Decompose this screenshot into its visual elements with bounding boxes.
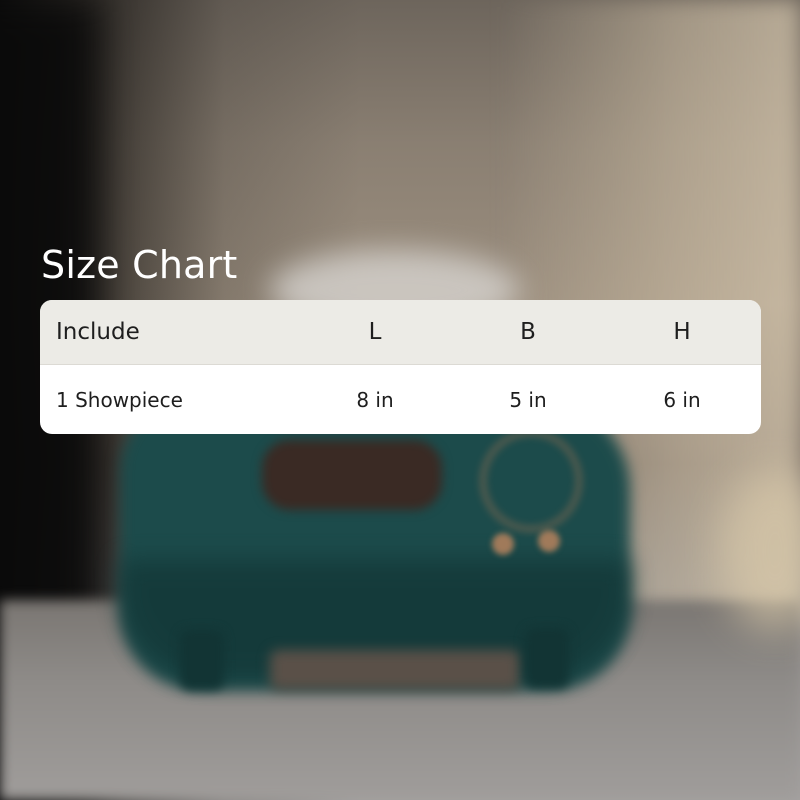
size-chart-table: Include L B H 1 Showpiece 8 in 5 in 6 in: [40, 300, 761, 434]
product-base: [270, 650, 520, 690]
table-row: 1 Showpiece 8 in 5 in 6 in: [56, 387, 701, 412]
product-foot: [525, 628, 569, 688]
size-chart-title: Size Chart: [41, 243, 238, 287]
product-foot: [180, 630, 224, 690]
table-header-row: Include L B H: [40, 300, 761, 365]
product-knob: [492, 533, 514, 555]
product-speaker-grille: [262, 440, 442, 510]
product-dial: [480, 430, 582, 532]
cell-item: 1 Showpiece: [56, 387, 183, 412]
header-include: Include: [56, 319, 140, 345]
product-knob: [538, 530, 560, 552]
